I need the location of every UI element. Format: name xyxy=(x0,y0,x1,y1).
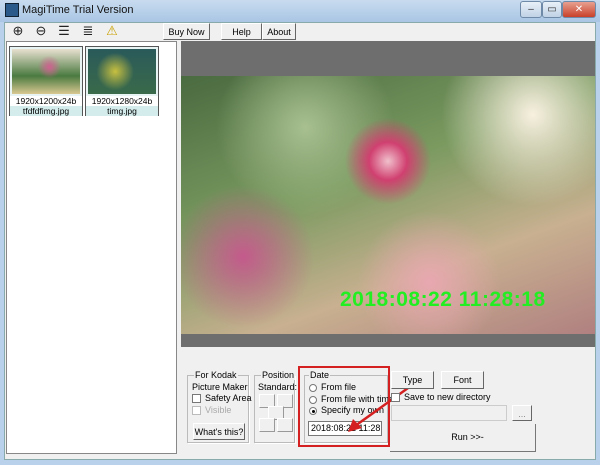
kodak-group-title: For Kodak xyxy=(194,370,238,380)
minimize-button[interactable]: – xyxy=(520,1,542,18)
close-button[interactable]: ✕ xyxy=(562,1,596,18)
visible-checkbox: Visible xyxy=(192,405,231,416)
thumbnail-dims: 1920x1200x24b xyxy=(10,96,82,106)
list-compact-icon[interactable]: ≣ xyxy=(80,24,96,38)
minus-circle-icon[interactable]: ⊖ xyxy=(33,24,49,38)
buy-now-button[interactable]: Buy Now xyxy=(163,23,210,40)
whats-this-button[interactable]: What's this? xyxy=(193,423,245,440)
position-bottom-left[interactable] xyxy=(259,418,275,432)
position-group-title: Position xyxy=(261,370,296,380)
thumbnail-item[interactable]: 1920x1280x24b timg.jpg xyxy=(85,46,159,116)
thumbnail-dims: 1920x1280x24b xyxy=(86,96,158,106)
plus-circle-icon[interactable]: ⊕ xyxy=(10,24,26,38)
run-button[interactable]: Run >>- xyxy=(390,424,536,452)
position-bottom-right[interactable] xyxy=(277,418,293,432)
directory-input[interactable] xyxy=(391,405,507,421)
thumbnail-filename: timg.jpg xyxy=(86,106,158,116)
safety-area-checkbox[interactable]: Safety Area xyxy=(192,393,252,404)
font-button[interactable]: Font xyxy=(441,371,484,389)
thumbnail-item[interactable]: 1920x1200x24b tfdfdfimg.jpg xyxy=(9,46,83,116)
thumbnail-image xyxy=(12,49,80,94)
kodak-subtitle: Picture Maker xyxy=(192,382,248,392)
maximize-button[interactable]: ▭ xyxy=(542,1,562,18)
app-icon xyxy=(5,3,19,17)
position-standard-label: Standard: xyxy=(258,382,298,392)
help-button[interactable]: Help xyxy=(221,23,262,40)
window-title: MagiTime Trial Version xyxy=(22,4,134,16)
date-stamp-preview: 2018:08:22 11:28:18 xyxy=(340,288,546,311)
broom-icon[interactable]: ⚠ xyxy=(104,24,120,38)
save-new-directory-checkbox[interactable]: Save to new directory xyxy=(391,392,491,403)
browse-button[interactable]: ... xyxy=(512,405,532,421)
thumbnail-image xyxy=(88,49,156,94)
type-button[interactable]: Type xyxy=(391,371,434,389)
about-button[interactable]: About xyxy=(262,23,296,40)
list-icon[interactable]: ☰ xyxy=(56,24,72,38)
thumbnail-filename: tfdfdfimg.jpg xyxy=(10,106,82,116)
